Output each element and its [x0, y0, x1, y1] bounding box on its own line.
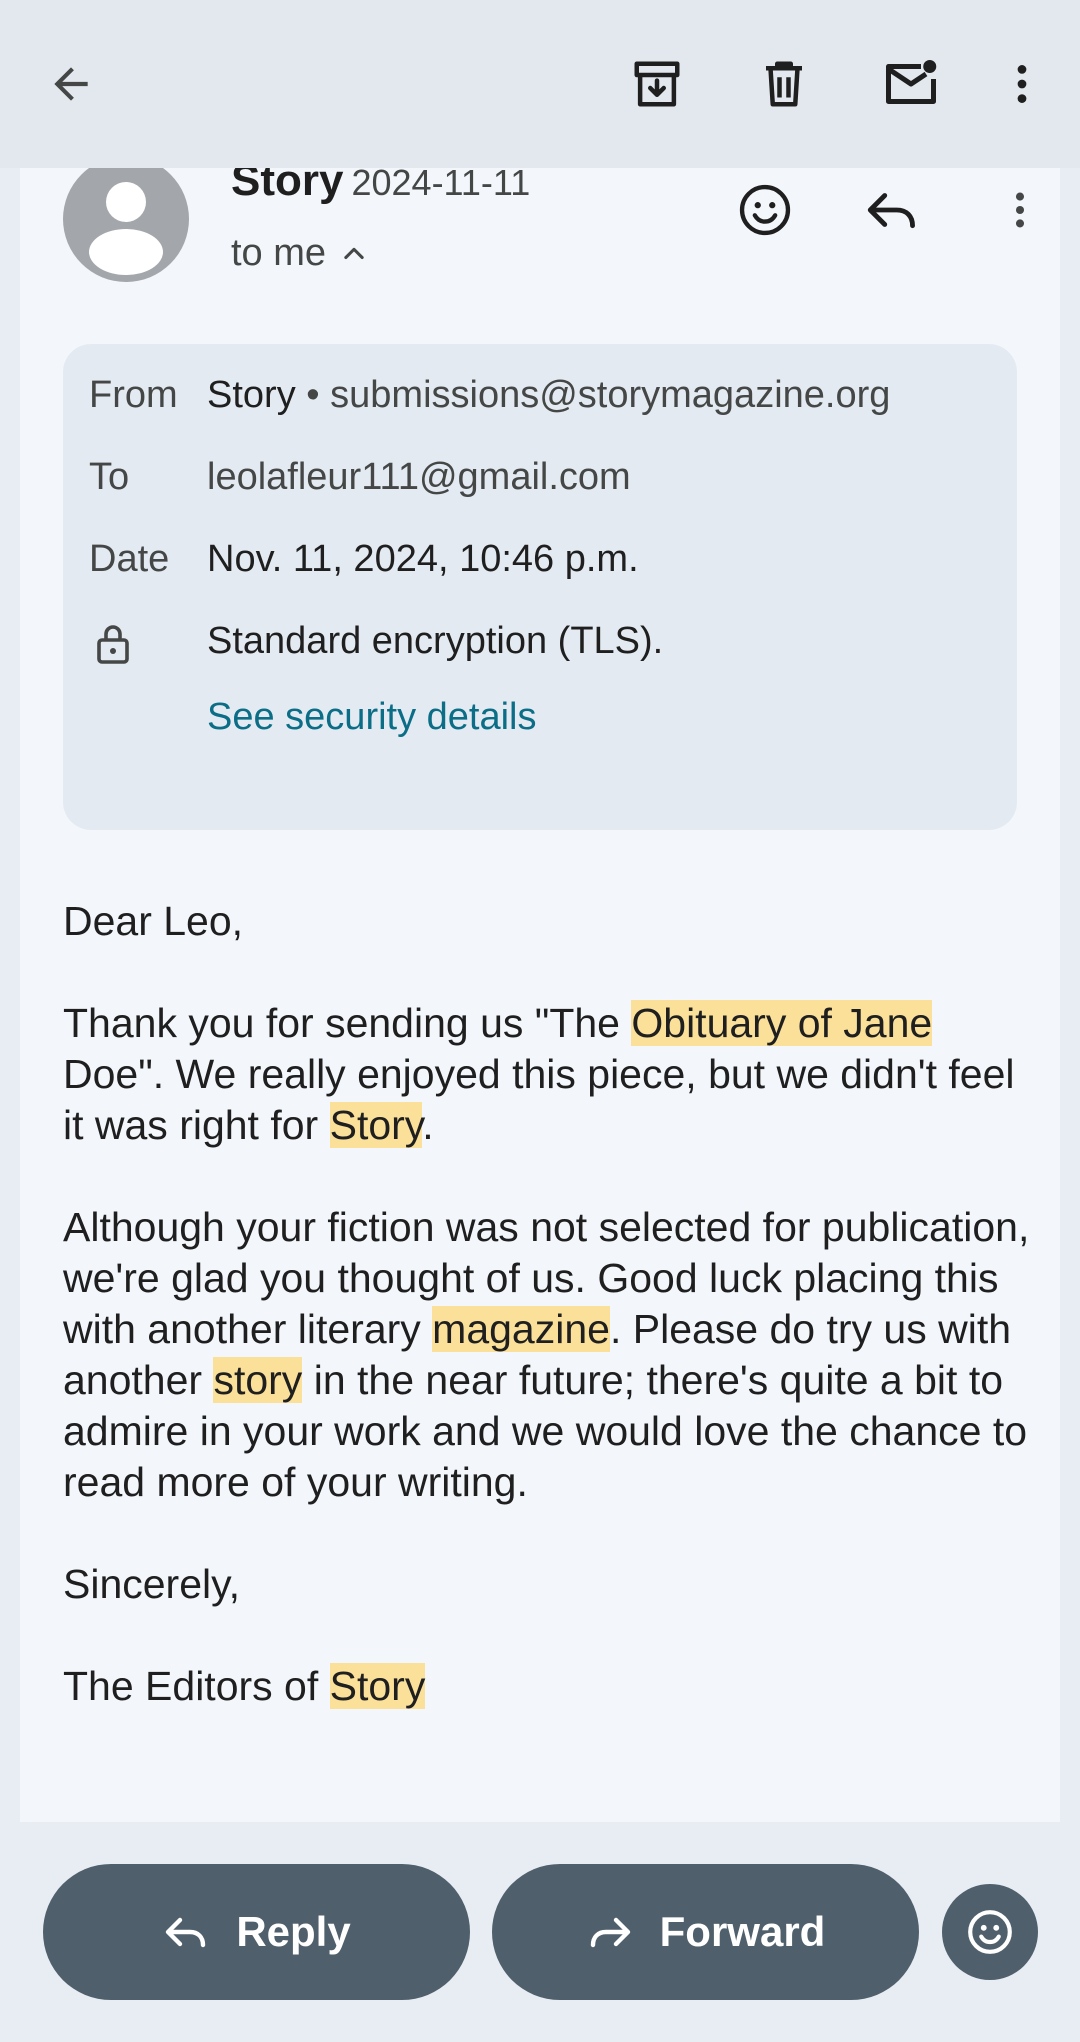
message-card: Story 2024-11-11 to me From Story • submi…: [20, 168, 1060, 1822]
to-label: To: [89, 456, 130, 498]
body-paragraph-1: Thank you for sending us "The Obituary o…: [63, 998, 1043, 1151]
search-highlight: story: [213, 1357, 303, 1403]
delete-icon[interactable]: [750, 50, 818, 118]
emoji-reaction-icon: [968, 1910, 1012, 1954]
security-details-link[interactable]: See security details: [207, 696, 537, 739]
sender-line: Story 2024-11-11: [231, 168, 530, 206]
archive-icon[interactable]: [623, 50, 691, 118]
emoji-reaction-button[interactable]: [942, 1884, 1038, 1980]
reply-label: Reply: [236, 1908, 351, 1955]
search-highlight: Story: [329, 1663, 426, 1709]
encryption-text: Standard encryption (TLS).: [207, 620, 664, 662]
from-label: From: [89, 374, 178, 416]
search-highlight: Obituary of Jane: [631, 1000, 933, 1046]
body-text: The Editors of: [63, 1663, 330, 1709]
closing: Sincerely,: [63, 1561, 240, 1607]
date-label: Date: [89, 538, 170, 580]
signature: The Editors of Story: [63, 1661, 1043, 1712]
message-date: 2024-11-11: [351, 168, 531, 203]
forward-icon: [590, 1917, 630, 1948]
more-vert-icon[interactable]: [988, 50, 1056, 118]
body-text: Doe". We really enjoyed this piece, but …: [63, 1051, 1015, 1148]
from-separator: •: [306, 374, 320, 416]
chevron-up-icon: [344, 247, 364, 259]
to-email[interactable]: leolafleur111@gmail.com: [207, 456, 631, 499]
from-email[interactable]: submissions@storymagazine.org: [330, 374, 890, 416]
body-paragraph-2: Although your fiction was not selected f…: [63, 1202, 1043, 1508]
emoji-reaction-icon[interactable]: [733, 178, 797, 242]
sender-name[interactable]: Story: [231, 168, 343, 205]
body-text: .: [422, 1102, 434, 1148]
mark-unread-icon[interactable]: [877, 50, 945, 118]
lock-icon: [93, 622, 133, 676]
more-vert-icon[interactable]: [988, 178, 1052, 242]
top-app-bar: [0, 0, 1080, 168]
date-value: Nov. 11, 2024, 10:46 p.m.: [207, 538, 639, 580]
from-value: Story • submissions@storymagazine.org: [207, 374, 890, 417]
back-arrow-icon[interactable]: [37, 50, 105, 118]
reply-icon[interactable]: [860, 178, 924, 242]
message-details-panel: From Story • submissions@storymagazine.o…: [63, 344, 1017, 830]
recipient-summary: to me: [231, 232, 327, 274]
from-name: Story: [207, 374, 296, 416]
email-view: Story 2024-11-11 to me From Story • submi…: [0, 0, 1080, 2042]
search-highlight: Story: [329, 1102, 423, 1148]
search-highlight: magazine: [432, 1306, 610, 1352]
avatar-icon[interactable]: [63, 168, 189, 282]
message-body: Dear Leo, Thank you for sending us "The …: [63, 896, 1043, 1763]
reply-icon: [166, 1917, 206, 1948]
body-text: Thank you for sending us "The: [63, 1000, 632, 1046]
bottom-action-bar: Reply Forward: [0, 1822, 1080, 2042]
forward-button[interactable]: Forward: [492, 1864, 919, 2000]
forward-label: Forward: [659, 1908, 826, 1955]
recipient-toggle[interactable]: to me: [231, 232, 368, 275]
greeting: Dear Leo,: [63, 898, 244, 944]
reply-button[interactable]: Reply: [43, 1864, 470, 2000]
